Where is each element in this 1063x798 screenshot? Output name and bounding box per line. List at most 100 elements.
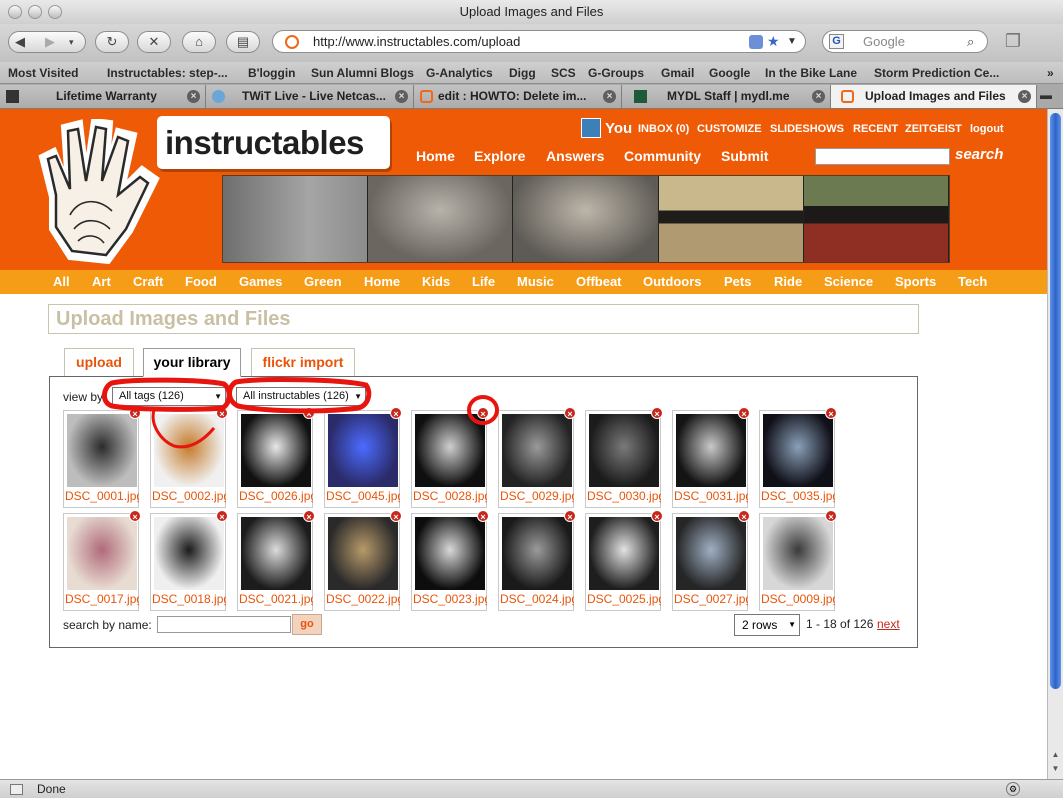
delete-image-icon[interactable]: × — [390, 407, 402, 419]
delete-image-icon[interactable]: × — [303, 407, 315, 419]
delete-image-icon[interactable]: × — [738, 407, 750, 419]
minimize-window-button[interactable] — [28, 5, 42, 19]
nav-answers[interactable]: Answers — [546, 148, 604, 164]
tab-label[interactable]: MYDL Staff | mydl.me — [667, 85, 808, 108]
category-all[interactable]: All — [53, 270, 70, 294]
thumbnail-photo[interactable] — [589, 517, 659, 590]
tab-lifetime-warranty[interactable]: Lifetime Warranty × — [0, 85, 206, 108]
thumbnail-photo[interactable] — [154, 517, 224, 590]
image-thumbnail[interactable]: DSC_0026.jpg × — [237, 407, 315, 508]
close-window-button[interactable] — [8, 5, 22, 19]
thumbnail-photo[interactable] — [67, 414, 137, 487]
thumbnail-filename[interactable]: DSC_0029.jpg — [500, 489, 574, 503]
delete-image-icon[interactable]: × — [216, 510, 228, 522]
thumbnail-photo[interactable] — [241, 517, 311, 590]
user-you-link[interactable]: You — [605, 120, 632, 137]
slideshows-link[interactable]: SLIDESHOWS — [770, 123, 844, 135]
delete-image-icon[interactable]: × — [390, 510, 402, 522]
category-games[interactable]: Games — [239, 270, 282, 294]
image-thumbnail[interactable]: DSC_0024.jpg × — [498, 510, 576, 611]
tab-label[interactable]: TWiT Live - Live Netcas... — [242, 85, 391, 108]
thumbnail-photo[interactable] — [502, 517, 572, 590]
tab-close-icon[interactable]: × — [395, 90, 408, 103]
tab-mydl-staff[interactable]: MYDL Staff | mydl.me × — [622, 85, 831, 108]
delete-image-icon[interactable]: × — [651, 407, 663, 419]
reload-button[interactable]: ↻ — [95, 31, 129, 53]
bookmark-bloggin[interactable]: B'loggin — [248, 62, 296, 84]
next-page-link[interactable]: next — [877, 617, 900, 631]
banner-image[interactable] — [513, 176, 659, 262]
delete-image-icon[interactable]: × — [303, 510, 315, 522]
category-sports[interactable]: Sports — [895, 270, 936, 294]
forward-arrow-icon[interactable]: ▶ — [45, 32, 55, 52]
delete-image-icon[interactable]: × — [564, 407, 576, 419]
banner-image[interactable] — [658, 176, 804, 262]
delete-image-icon[interactable]: × — [477, 510, 489, 522]
thumbnail-filename[interactable]: DSC_0031.jpg — [674, 489, 748, 503]
delete-image-icon[interactable]: × — [477, 407, 489, 419]
bookmark-star-icon[interactable]: ★ — [767, 31, 780, 52]
image-thumbnail[interactable]: DSC_0021.jpg × — [237, 510, 315, 611]
category-music[interactable]: Music — [517, 270, 554, 294]
thumbnail-photo[interactable] — [676, 517, 746, 590]
bookmark-g-groups[interactable]: G-Groups — [588, 62, 644, 84]
category-pets[interactable]: Pets — [724, 270, 751, 294]
image-thumbnail[interactable]: DSC_0029.jpg × — [498, 407, 576, 508]
thumbnail-photo[interactable] — [154, 414, 224, 487]
back-arrow-icon[interactable]: ◀ — [15, 32, 25, 52]
tab-flickr-import[interactable]: flickr import — [251, 348, 355, 377]
category-home[interactable]: Home — [364, 270, 400, 294]
instructables-wordmark[interactable]: instructables — [157, 116, 390, 169]
tab-overview-icon[interactable]: ❐ — [1001, 30, 1025, 52]
go-button[interactable]: go — [292, 614, 322, 635]
category-craft[interactable]: Craft — [133, 270, 163, 294]
nav-explore[interactable]: Explore — [474, 148, 525, 164]
tab-label[interactable]: Lifetime Warranty — [56, 85, 183, 108]
rows-select[interactable]: 2 rows ▼ — [734, 614, 800, 636]
thumbnail-filename[interactable]: DSC_0030.jpg — [587, 489, 661, 503]
address-bar[interactable]: http://www.instructables.com/upload ★ ▼ — [272, 30, 806, 53]
logout-link[interactable]: logout — [970, 123, 1004, 135]
thumbnail-photo[interactable] — [241, 414, 311, 487]
status-gear-icon[interactable]: ⚙ — [1006, 782, 1020, 796]
instructables-filter-select[interactable]: All instructables (126) ▼ — [236, 387, 366, 406]
bookmark-sun-alumni[interactable]: Sun Alumni Blogs — [311, 62, 414, 84]
category-kids[interactable]: Kids — [422, 270, 450, 294]
stop-button[interactable]: ✕ — [137, 31, 171, 53]
delete-image-icon[interactable]: × — [738, 510, 750, 522]
thumbnail-filename[interactable]: DSC_0035.jpg — [761, 489, 835, 503]
rss-feed-icon[interactable] — [749, 35, 763, 49]
thumbnail-filename[interactable]: DSC_0025.jpg — [587, 592, 661, 606]
thumbnail-filename[interactable]: DSC_0009.jpg — [761, 592, 835, 606]
home-button[interactable]: ⌂ — [182, 31, 216, 53]
tab-close-icon[interactable]: × — [1018, 90, 1031, 103]
thumbnail-filename[interactable]: DSC_0027.jpg — [674, 592, 748, 606]
print-button[interactable]: ▤ — [226, 31, 260, 53]
site-search-button[interactable]: search — [955, 146, 1003, 163]
image-thumbnail[interactable]: DSC_0028.jpg × — [411, 407, 489, 508]
banner-image[interactable] — [223, 176, 369, 262]
nav-community[interactable]: Community — [624, 148, 701, 164]
thumbnail-filename[interactable]: DSC_0022.jpg — [326, 592, 400, 606]
image-thumbnail[interactable]: DSC_0045.jpg × — [324, 407, 402, 508]
image-thumbnail[interactable]: DSC_0025.jpg × — [585, 510, 663, 611]
bookmarks-overflow-icon[interactable]: » — [1047, 62, 1054, 84]
nav-submit[interactable]: Submit — [721, 148, 768, 164]
image-thumbnail[interactable]: DSC_0030.jpg × — [585, 407, 663, 508]
image-thumbnail[interactable]: DSC_0001.jpg × — [63, 407, 141, 508]
thumbnail-filename[interactable]: DSC_0017.jpg — [65, 592, 139, 606]
image-thumbnail[interactable]: DSC_0017.jpg × — [63, 510, 141, 611]
inbox-link[interactable]: INBOX (0) — [638, 123, 689, 135]
user-avatar[interactable] — [581, 118, 601, 138]
thumbnail-filename[interactable]: DSC_0028.jpg — [413, 489, 487, 503]
category-tech[interactable]: Tech — [958, 270, 987, 294]
tab-label[interactable]: edit : HOWTO: Delete im... — [438, 85, 599, 108]
search-by-name-input[interactable] — [157, 616, 291, 633]
delete-image-icon[interactable]: × — [216, 407, 228, 419]
thumbnail-filename[interactable]: DSC_0001.jpg — [65, 489, 139, 503]
thumbnail-photo[interactable] — [328, 517, 398, 590]
image-thumbnail[interactable]: DSC_0031.jpg × — [672, 407, 750, 508]
thumbnail-filename[interactable]: DSC_0002.jpg — [152, 489, 226, 503]
category-offbeat[interactable]: Offbeat — [576, 270, 622, 294]
bookmark-gmail[interactable]: Gmail — [661, 62, 694, 84]
